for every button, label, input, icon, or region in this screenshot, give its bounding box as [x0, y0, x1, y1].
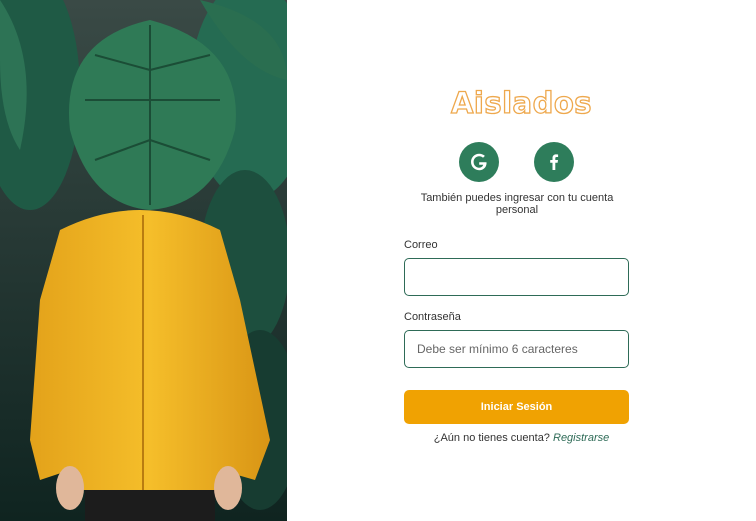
email-label: Correo [404, 239, 438, 251]
google-icon [471, 153, 487, 171]
facebook-icon [550, 154, 559, 170]
signup-question: ¿Aún no tienes cuenta? [433, 432, 550, 444]
password-label: Contraseña [404, 311, 461, 323]
social-login-hint: También puedes ingresar con tu cuenta pe… [420, 192, 614, 216]
brand-title: Aislados [450, 85, 593, 120]
person-in-yellow-raincoat-photo [0, 0, 287, 521]
password-input[interactable] [404, 330, 629, 368]
facebook-login-button[interactable] [534, 142, 574, 182]
signup-link[interactable]: Registrarse [553, 432, 609, 444]
signup-prompt: ¿Aún no tienes cuenta? Registrarse [287, 432, 756, 444]
email-input[interactable] [404, 258, 629, 296]
login-panel: Aislados También puedes ingresar con tu … [287, 0, 756, 521]
google-login-button[interactable] [459, 142, 499, 182]
login-button[interactable]: Iniciar Sesión [404, 390, 629, 424]
hero-photo [0, 0, 287, 521]
